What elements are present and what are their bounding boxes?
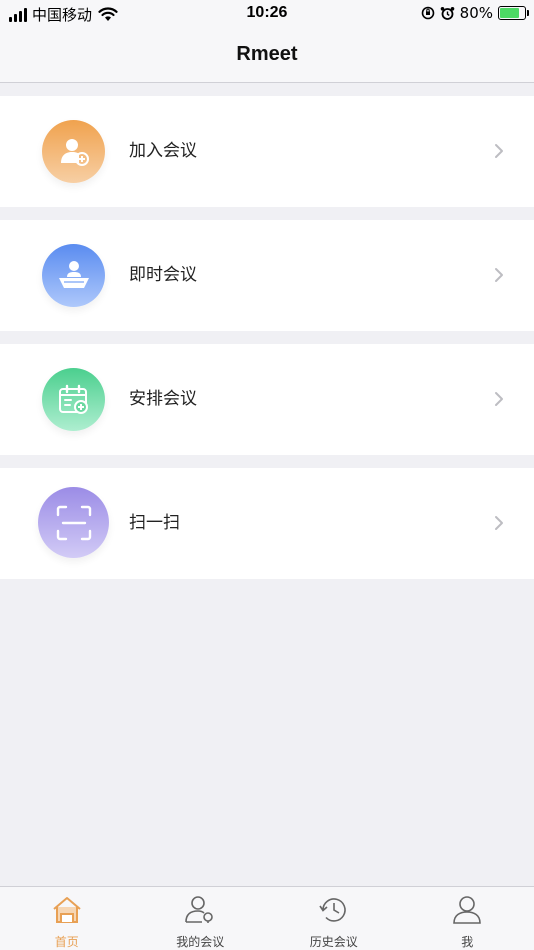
profile-icon <box>453 896 482 924</box>
scan-item[interactable]: 扫一扫 <box>0 468 534 579</box>
tab-home[interactable]: 首页 <box>0 887 134 950</box>
schedule-meeting-item[interactable]: 安排会议 <box>0 344 534 455</box>
chevron-right-icon <box>495 268 503 282</box>
status-bar: 中国移动 10:26 80% <box>0 0 534 28</box>
instant-meeting-icon-circle <box>42 244 105 307</box>
scan-icon-circle <box>38 487 109 558</box>
chevron-right-icon <box>495 516 503 530</box>
tab-history-meetings-label: 历史会议 <box>309 935 358 949</box>
alarm-icon <box>440 6 454 20</box>
instant-meeting-label: 即时会议 <box>129 265 197 285</box>
chevron-right-icon <box>495 392 503 406</box>
tab-my-meetings[interactable]: 我的会议 <box>134 887 268 950</box>
join-meeting-label: 加入会议 <box>129 141 197 161</box>
scan-icon <box>56 505 91 540</box>
tab-my-meetings-label: 我的会议 <box>176 935 225 949</box>
scan-label: 扫一扫 <box>129 513 180 533</box>
tab-profile[interactable]: 我 <box>401 887 534 950</box>
page-title: Rmeet <box>236 43 298 65</box>
add-user-icon <box>60 138 89 166</box>
schedule-meeting-label: 安排会议 <box>129 389 197 409</box>
tab-home-label: 首页 <box>54 935 79 949</box>
tab-profile-label: 我 <box>461 935 474 949</box>
my-meetings-icon <box>185 896 214 923</box>
battery-percent: 80% <box>459 4 493 22</box>
history-icon <box>319 898 346 922</box>
presenter-icon <box>58 260 89 288</box>
tab-history-meetings[interactable]: 历史会议 <box>267 887 401 950</box>
chevron-right-icon <box>495 144 503 158</box>
battery-icon <box>498 6 529 20</box>
instant-meeting-item[interactable]: 即时会议 <box>0 220 534 331</box>
orientation-lock-icon <box>421 6 434 20</box>
tab-bar: 首页 我的会议 历史会议 我 <box>0 886 534 950</box>
calendar-add-icon <box>58 384 88 414</box>
schedule-meeting-icon-circle <box>42 368 105 431</box>
join-meeting-item[interactable]: 加入会议 <box>0 96 534 207</box>
home-icon <box>53 897 81 923</box>
join-meeting-icon-circle <box>42 120 105 183</box>
navigation-bar: Rmeet <box>0 28 534 83</box>
